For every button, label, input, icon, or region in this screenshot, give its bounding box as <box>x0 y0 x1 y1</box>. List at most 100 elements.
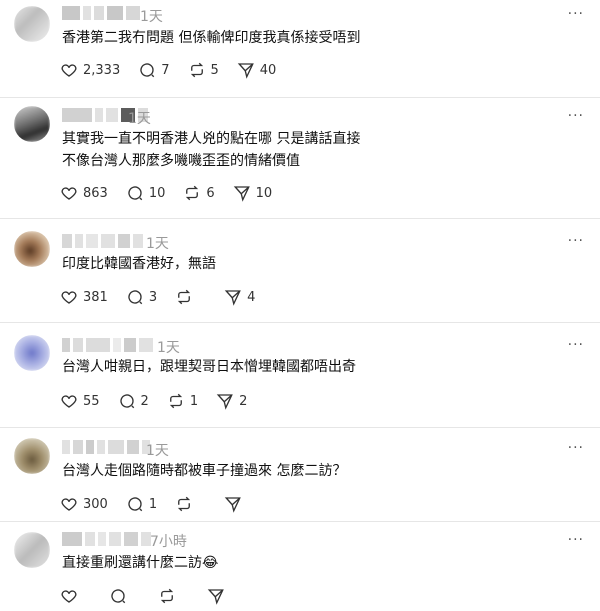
avatar[interactable] <box>14 6 50 42</box>
heart-icon <box>61 590 77 603</box>
username-redacted[interactable] <box>62 233 143 249</box>
reply-button[interactable]: 1 <box>126 495 157 513</box>
post-time: 1天 <box>146 236 169 252</box>
action-bar: 55 2 1 2 <box>60 391 265 411</box>
comment-icon <box>128 290 143 305</box>
post-text: 香港第二我冇問題 但係輸俾印度我真係接受唔到 <box>62 30 361 46</box>
more-options-icon[interactable]: ··· <box>568 337 584 353</box>
reply-button[interactable]: 7 <box>138 61 170 79</box>
more-options-icon[interactable]: ··· <box>568 108 584 124</box>
heart-icon <box>61 291 77 304</box>
share-count: 40 <box>259 62 277 78</box>
share-count: 10 <box>255 185 273 201</box>
repost-icon <box>177 496 191 512</box>
share-button[interactable]: 40 <box>237 61 277 79</box>
like-button[interactable]: 2,333 <box>60 61 120 79</box>
reply-count: 1 <box>148 496 158 512</box>
repost-icon <box>160 588 174 604</box>
post-time: 1天 <box>157 340 180 356</box>
avatar[interactable] <box>14 231 50 267</box>
avatar[interactable] <box>14 106 50 142</box>
repost-icon <box>190 62 203 78</box>
post-text: 台灣人走個路隨時都被車子撞過來 怎麼二訪？ <box>62 463 347 479</box>
like-count: 2,333 <box>83 62 121 78</box>
send-icon <box>224 290 241 306</box>
repost-button[interactable] <box>175 288 206 306</box>
post-4: 1天 ··· 台灣人咁親日，跟埋契哥日本憎埋韓國都唔出奇 55 2 1 2 <box>0 323 600 427</box>
username-redacted[interactable] <box>62 531 151 547</box>
username-redacted[interactable] <box>62 439 150 455</box>
post-text: 印度比韓國香港好，無語 <box>62 256 216 272</box>
repost-count: 6 <box>206 185 215 201</box>
share-button[interactable]: 2 <box>216 392 247 410</box>
like-count: 381 <box>83 289 108 305</box>
comment-icon <box>119 394 134 409</box>
like-count: 300 <box>83 496 108 512</box>
avatar[interactable] <box>14 438 50 474</box>
avatar[interactable] <box>14 532 50 568</box>
share-count: 2 <box>239 393 248 409</box>
repost-button[interactable]: 6 <box>183 184 215 202</box>
reply-button[interactable]: 2 <box>118 392 149 410</box>
comment-icon <box>140 63 155 78</box>
heart-icon <box>61 498 77 511</box>
post-6: 7小時 ··· 直接重刷還講什麼二訪😂 <box>0 522 600 611</box>
reply-button[interactable]: 10 <box>126 184 166 202</box>
reply-count: 2 <box>140 393 149 409</box>
post-time: 7小時 <box>150 534 187 550</box>
more-options-icon[interactable]: ··· <box>568 6 584 22</box>
share-button[interactable]: 4 <box>224 288 255 306</box>
heart-icon <box>61 187 77 200</box>
more-options-icon[interactable]: ··· <box>568 233 584 249</box>
repost-button[interactable]: 5 <box>188 61 219 79</box>
post-text: 直接重刷還講什麼二訪😂 <box>62 555 219 571</box>
reply-count: 10 <box>148 185 166 201</box>
action-bar: 381 3 4 <box>60 287 273 307</box>
reply-count: 7 <box>161 62 170 78</box>
share-button[interactable] <box>224 495 255 513</box>
heart-icon <box>61 395 77 408</box>
send-icon <box>237 63 254 79</box>
repost-count: 1 <box>189 393 199 409</box>
action-bar: 300 1 <box>60 494 273 514</box>
reply-button[interactable]: 3 <box>126 288 157 306</box>
like-button[interactable]: 863 <box>60 184 108 202</box>
repost-button[interactable] <box>175 495 206 513</box>
like-button[interactable] <box>60 587 91 605</box>
heart-icon <box>61 64 77 77</box>
comment-icon <box>128 186 143 201</box>
reply-count: 3 <box>148 289 158 305</box>
action-bar: 863 10 6 10 <box>60 183 290 203</box>
like-button[interactable]: 55 <box>60 392 100 410</box>
send-icon <box>207 589 224 605</box>
post-text: 其實我一直不明香港人兇的點在哪 只是講話直接 不像台灣人那麼多嘰嘰歪歪的情緒價值 <box>62 131 361 169</box>
reply-button[interactable] <box>109 587 140 605</box>
like-button[interactable]: 381 <box>60 288 108 306</box>
action-bar: 2,333 7 5 40 <box>60 60 294 80</box>
like-count: 863 <box>83 185 108 201</box>
repost-button[interactable] <box>158 587 189 605</box>
post-time: 1天 <box>140 9 163 25</box>
repost-icon <box>186 185 199 201</box>
share-button[interactable] <box>207 587 238 605</box>
username-redacted[interactable] <box>62 337 153 353</box>
action-bar <box>60 586 256 606</box>
post-time: 1天 <box>128 111 151 127</box>
share-button[interactable]: 10 <box>233 184 273 202</box>
avatar[interactable] <box>14 335 50 371</box>
repost-count: 5 <box>210 62 219 78</box>
send-icon <box>216 394 233 410</box>
post-text: 台灣人咁親日，跟埋契哥日本憎埋韓國都唔出奇 <box>62 359 356 375</box>
post-5: 1天 ··· 台灣人走個路隨時都被車子撞過來 怎麼二訪？ 300 1 <box>0 428 600 521</box>
more-options-icon[interactable]: ··· <box>568 440 584 456</box>
username-redacted[interactable] <box>62 5 140 21</box>
post-3: 1天 ··· 印度比韓國香港好，無語 381 3 4 <box>0 219 600 322</box>
like-count: 55 <box>83 393 100 409</box>
repost-icon <box>169 393 182 409</box>
repost-button[interactable]: 1 <box>167 392 198 410</box>
more-options-icon[interactable]: ··· <box>568 532 584 548</box>
send-icon <box>224 497 241 513</box>
comment-icon <box>128 497 143 512</box>
like-button[interactable]: 300 <box>60 495 108 513</box>
comment-icon <box>111 589 126 604</box>
